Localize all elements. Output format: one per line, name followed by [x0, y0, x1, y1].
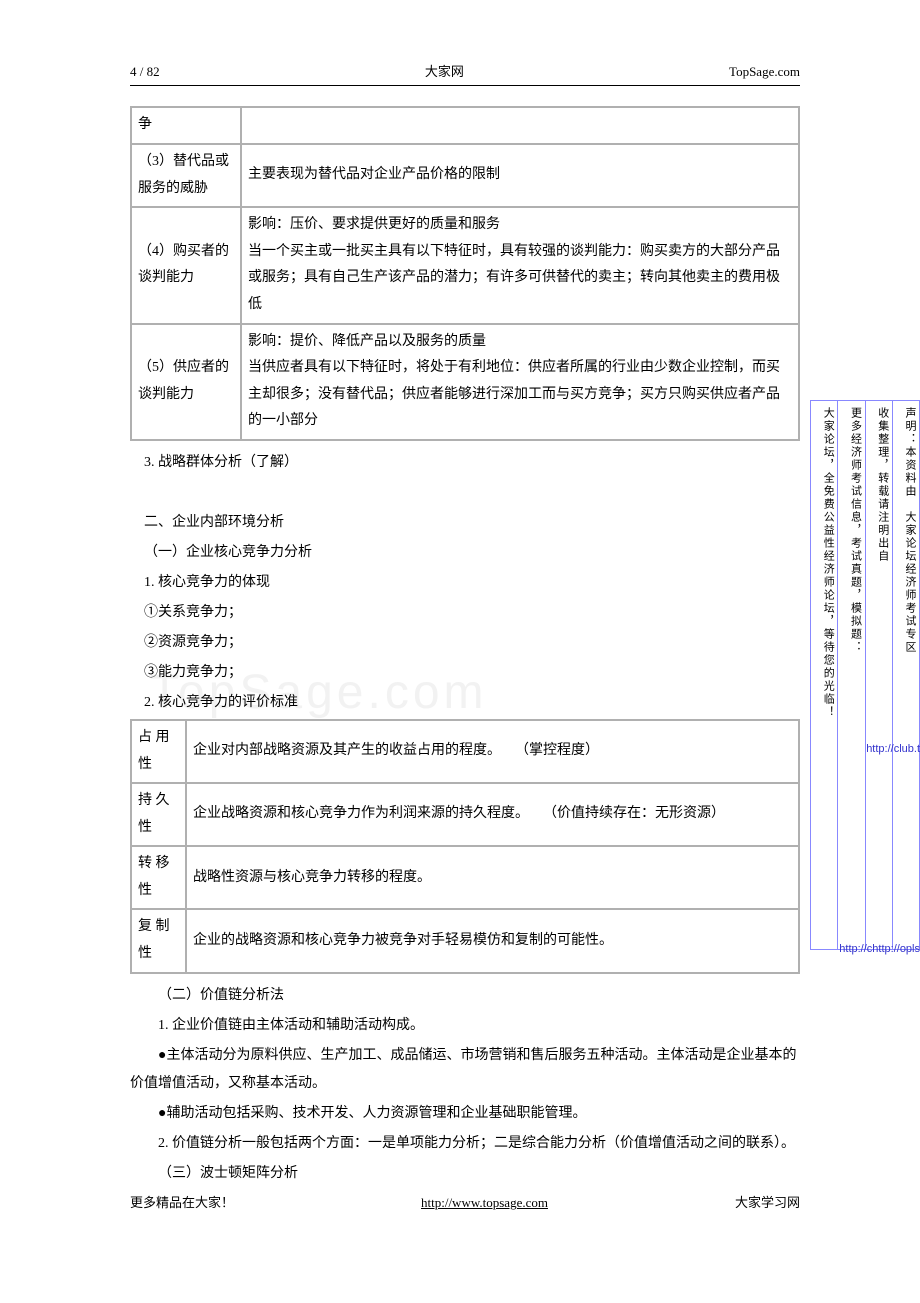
side-column: 声明：本资料由 大家论坛经济师考试专区	[892, 401, 919, 949]
footer-left: 更多精品在大家！	[130, 1191, 234, 1214]
cell-label: 持 久性	[131, 783, 186, 846]
table-row: 持 久性 企业战略资源和核心竞争力作为利润来源的持久程度。 （价值持续存在：无形…	[131, 783, 799, 846]
cell-content: 企业战略资源和核心竞争力作为利润来源的持久程度。 （价值持续存在：无形资源）	[186, 783, 799, 846]
subsection-heading: （二）价值链分析法	[130, 982, 800, 1010]
site-name-en: TopSage.com	[729, 60, 800, 83]
side-column: 大家论坛，全免费公益性经济师论坛，等待您的光临！	[811, 401, 837, 949]
table-row: （5）供应者的谈判能力 影响：提价、降低产品以及服务的质量当供应者具有以下特征时…	[131, 324, 799, 440]
cell-label: 复 制性	[131, 909, 186, 972]
blank-line	[130, 479, 800, 507]
cell-label: 转 移性	[131, 846, 186, 909]
cell-content: 影响：压价、要求提供更好的质量和服务当一个买主或一批买主具有以下特征时，具有较强…	[241, 207, 799, 323]
cell-label: （5）供应者的谈判能力	[131, 324, 241, 440]
list-item: ②资源竞争力；	[130, 629, 800, 657]
paragraph: ●辅助活动包括采购、技术开发、人力资源管理和企业基础职能管理。	[130, 1100, 800, 1128]
side-annotation-box: 大家论坛，全免费公益性经济师论坛，等待您的光临！ 更多经济师考试信息，考试真题，…	[810, 400, 920, 950]
subsection-heading: （一）企业核心竞争力分析	[130, 539, 800, 567]
cell-label: 占 用性	[131, 720, 186, 783]
paragraph: 1. 企业价值链由主体活动和辅助活动构成。	[130, 1012, 800, 1040]
page-number: 4 / 82	[130, 60, 160, 83]
cell-content	[241, 107, 799, 144]
side-column: 收集整理，转载请注明出自	[865, 401, 892, 949]
list-item: ①关系竞争力；	[130, 599, 800, 627]
subsection-heading: （三）波士顿矩阵分析	[130, 1160, 800, 1188]
cell-content: 企业的战略资源和核心竞争力被竞争对手轻易模仿和复制的可能性。	[186, 909, 799, 972]
footer-link[interactable]: http://www.topsage.com	[421, 1191, 548, 1214]
table-row: 复 制性 企业的战略资源和核心竞争力被竞争对手轻易模仿和复制的可能性。	[131, 909, 799, 972]
table-row: 转 移性 战略性资源与核心竞争力转移的程度。	[131, 846, 799, 909]
criteria-table: 占 用性 企业对内部战略资源及其产生的收益占用的程度。 （掌控程度） 持 久性 …	[130, 719, 800, 974]
page-footer: 更多精品在大家！ http://www.topsage.com 大家学习网	[130, 1191, 800, 1214]
list-item: ③能力竞争力；	[130, 659, 800, 687]
cell-content: 影响：提价、降低产品以及服务的质量当供应者具有以下特征时，将处于有利地位：供应者…	[241, 324, 799, 440]
factors-table: 争 （3）替代品或服务的威胁 主要表现为替代品对企业产品价格的限制 （4）购买者…	[130, 106, 800, 441]
table-row: （3）替代品或服务的威胁 主要表现为替代品对企业产品价格的限制	[131, 144, 799, 207]
table-row: 占 用性 企业对内部战略资源及其产生的收益占用的程度。 （掌控程度）	[131, 720, 799, 783]
paragraph: 2. 核心竞争力的评价标准	[130, 689, 800, 717]
side-link[interactable]: http://chttp://opls	[839, 940, 920, 960]
paragraph: 1. 核心竞争力的体现	[130, 569, 800, 597]
side-column: 更多经济师考试信息，考试真题，模拟题：	[837, 401, 864, 949]
paragraph: 3. 战略群体分析（了解）	[130, 449, 800, 477]
footer-right: 大家学习网	[735, 1191, 800, 1214]
cell-label: （3）替代品或服务的威胁	[131, 144, 241, 207]
paragraph: 2. 价值链分析一般包括两个方面：一是单项能力分析；二是综合能力分析（价值增值活…	[130, 1130, 800, 1158]
cell-content: 战略性资源与核心竞争力转移的程度。	[186, 846, 799, 909]
side-link[interactable]: http://club.t	[866, 740, 920, 760]
table-row: （4）购买者的谈判能力 影响：压价、要求提供更好的质量和服务当一个买主或一批买主…	[131, 207, 799, 323]
cell-label: （4）购买者的谈判能力	[131, 207, 241, 323]
table-row: 争	[131, 107, 799, 144]
cell-label: 争	[131, 107, 241, 144]
page-header: 4 / 82 大家网 TopSage.com	[130, 60, 800, 86]
section-heading: 二、企业内部环境分析	[130, 509, 800, 537]
cell-content: 企业对内部战略资源及其产生的收益占用的程度。 （掌控程度）	[186, 720, 799, 783]
paragraph: ●主体活动分为原料供应、生产加工、成品储运、市场营销和售后服务五种活动。主体活动…	[130, 1042, 800, 1098]
main-content: 争 （3）替代品或服务的威胁 主要表现为替代品对企业产品价格的限制 （4）购买者…	[130, 106, 800, 1187]
site-name-cn: 大家网	[425, 60, 464, 83]
cell-content: 主要表现为替代品对企业产品价格的限制	[241, 144, 799, 207]
